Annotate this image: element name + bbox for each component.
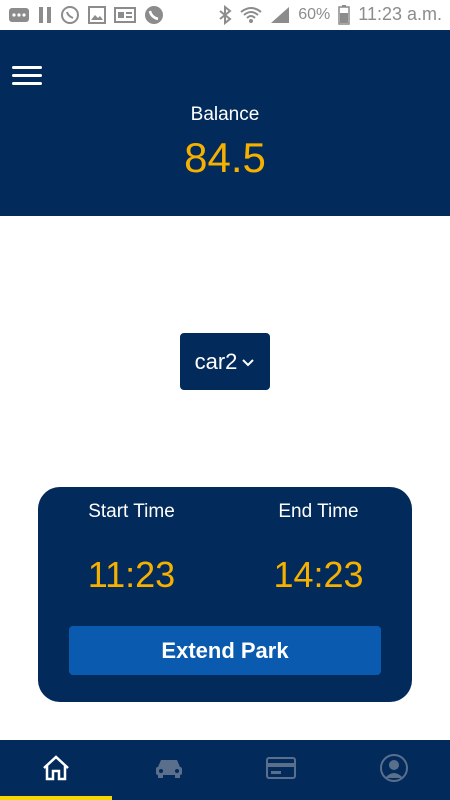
bluetooth-icon — [218, 4, 232, 25]
nav-profile[interactable] — [338, 740, 450, 800]
whatsapp-icon — [60, 5, 80, 25]
end-time-value: 14:23 — [273, 554, 364, 595]
wifi-icon — [240, 6, 262, 24]
ge-icon — [114, 7, 136, 23]
extend-park-button[interactable]: Extend Park — [69, 626, 381, 675]
car-icon — [154, 757, 184, 784]
phone-icon — [144, 5, 164, 25]
image-icon — [88, 6, 106, 24]
park-card: Start Time 11:23 End Time 14:23 Extend P… — [38, 487, 412, 702]
nav-home[interactable] — [0, 740, 113, 800]
more-icon — [8, 7, 30, 23]
balance-label: Balance — [190, 104, 260, 125]
profile-icon — [379, 753, 409, 788]
balance-value: 84.5 — [184, 134, 266, 181]
header: Balance 84.5 — [0, 30, 450, 216]
status-time: 11:23 a.m. — [358, 4, 442, 24]
car-select-value: car2 — [194, 348, 238, 374]
nav-card[interactable] — [225, 740, 338, 800]
status-bar-left — [8, 5, 164, 25]
start-time-value: 11:23 — [87, 554, 176, 595]
pause-icon — [38, 6, 52, 24]
battery-percentage: 60% — [298, 5, 331, 23]
end-time-label: End Time — [278, 501, 359, 522]
bottom-nav — [0, 740, 450, 800]
battery-icon — [338, 4, 351, 25]
nav-active-indicator — [0, 796, 112, 800]
chevron-down-icon — [241, 358, 255, 368]
card-icon — [266, 756, 297, 784]
hamburger-menu-icon[interactable] — [12, 66, 42, 86]
status-bar: 60% 11:23 a.m. — [0, 0, 450, 30]
start-time-label: Start Time — [88, 501, 175, 522]
nav-car[interactable] — [113, 740, 226, 800]
home-icon — [42, 754, 70, 786]
signal-icon — [270, 6, 290, 24]
status-bar-right: 60% 11:23 a.m. — [218, 4, 442, 25]
car-select-dropdown[interactable]: car2 — [180, 333, 270, 390]
